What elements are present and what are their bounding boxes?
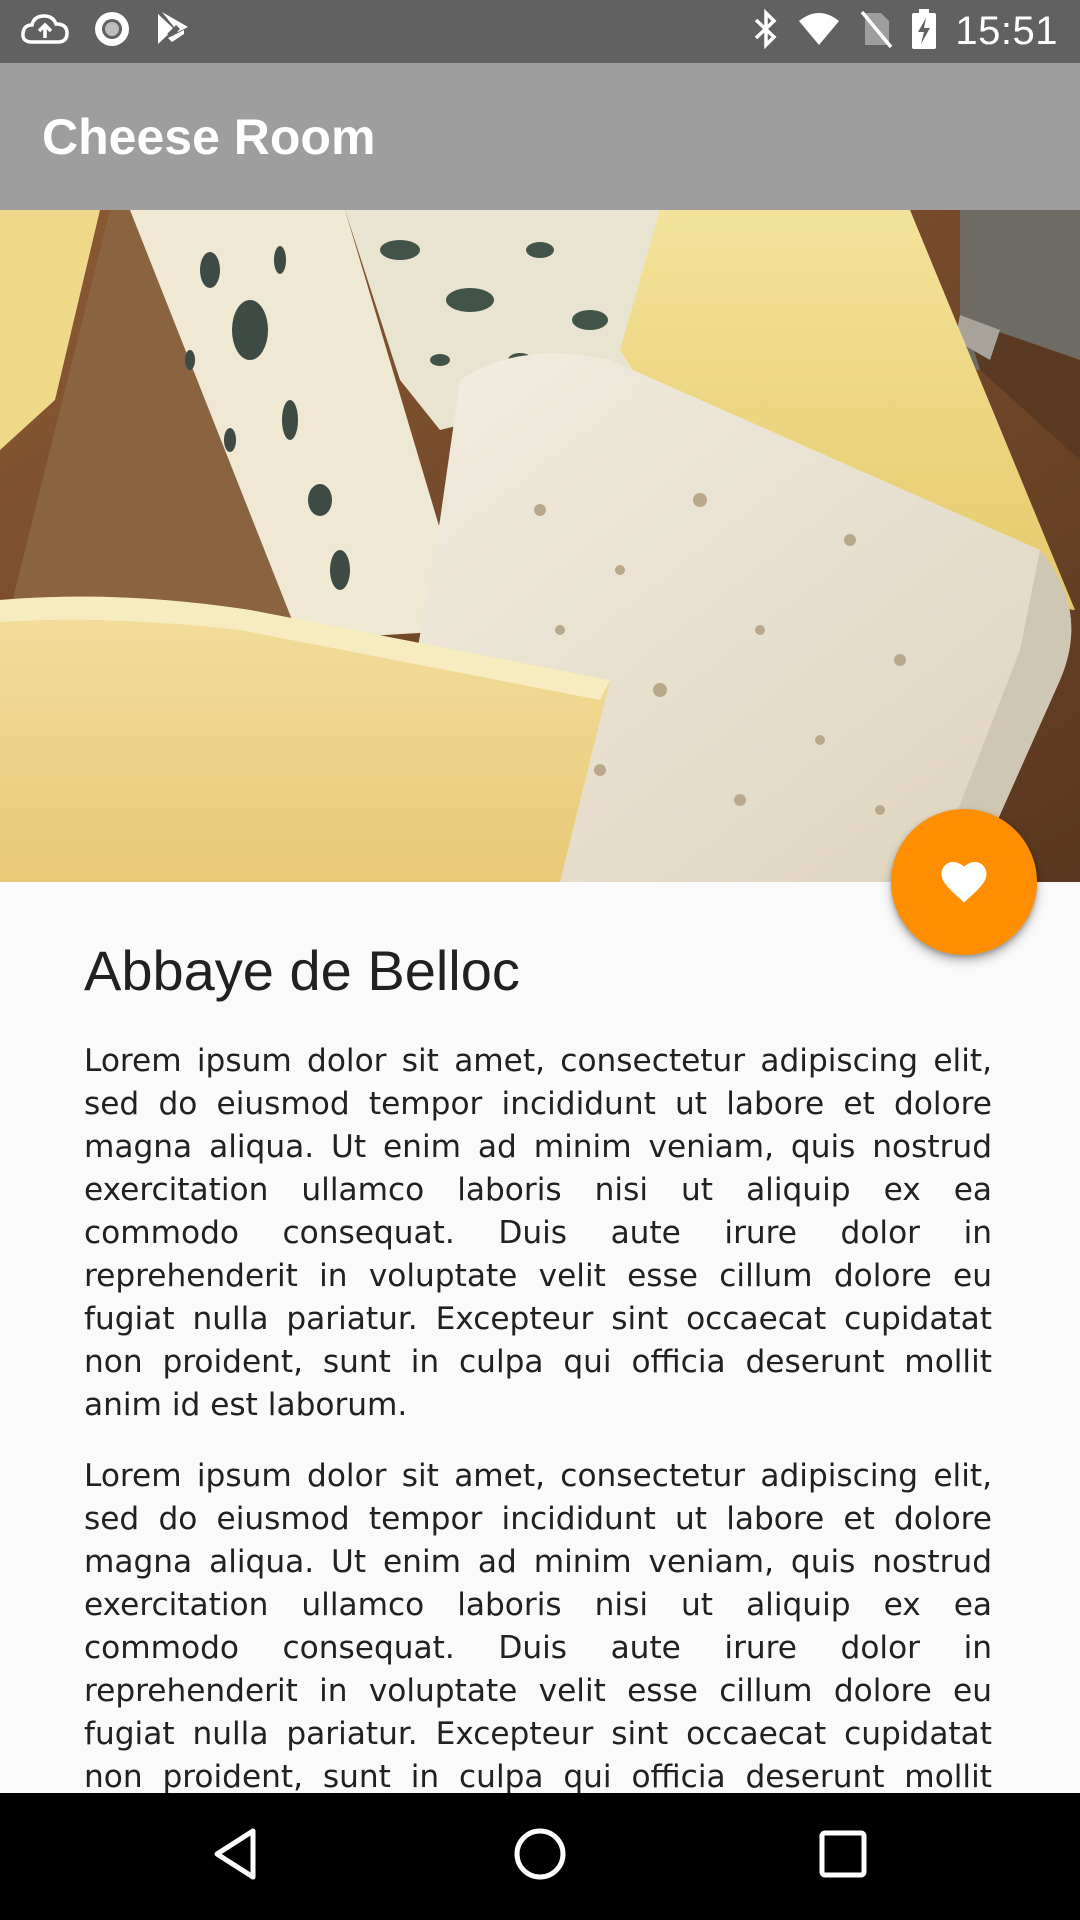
cloud-upload-icon <box>20 12 70 51</box>
bluetooth-icon <box>753 8 779 54</box>
play-store-icon <box>154 10 192 53</box>
sync-circle-icon <box>92 9 132 54</box>
screen: 15:51 Cheese Room Abbaye de Belloc Lorem… <box>0 0 1080 1920</box>
description-paragraph: Lorem ipsum dolor sit amet, consectetur … <box>84 1458 992 1793</box>
cheese-title: Abbaye de Belloc <box>84 939 520 1002</box>
no-sim-icon <box>859 9 893 54</box>
cheese-platter-image <box>0 210 1080 882</box>
home-button[interactable] <box>507 1823 573 1889</box>
recents-icon <box>818 1829 868 1884</box>
battery-charging-icon <box>911 8 937 55</box>
wifi-icon <box>797 11 841 52</box>
home-icon <box>512 1826 568 1887</box>
navigation-bar <box>0 1793 1080 1920</box>
status-right-icons: 15:51 <box>753 8 1058 55</box>
description-paragraph: Lorem ipsum dolor sit amet, consectetur … <box>84 1043 992 1423</box>
recents-button[interactable] <box>810 1823 876 1889</box>
app-title: Cheese Room <box>42 108 376 165</box>
cheese-detail-content: Abbaye de Belloc Lorem ipsum dolor sit a… <box>84 925 992 1793</box>
heart-icon <box>937 855 991 910</box>
status-bar: 15:51 <box>0 0 1080 63</box>
app-bar: Cheese Room <box>0 63 1080 210</box>
status-left-icons <box>20 8 192 55</box>
back-icon <box>211 1827 261 1886</box>
status-time: 15:51 <box>955 9 1058 53</box>
back-button[interactable] <box>203 1823 269 1889</box>
